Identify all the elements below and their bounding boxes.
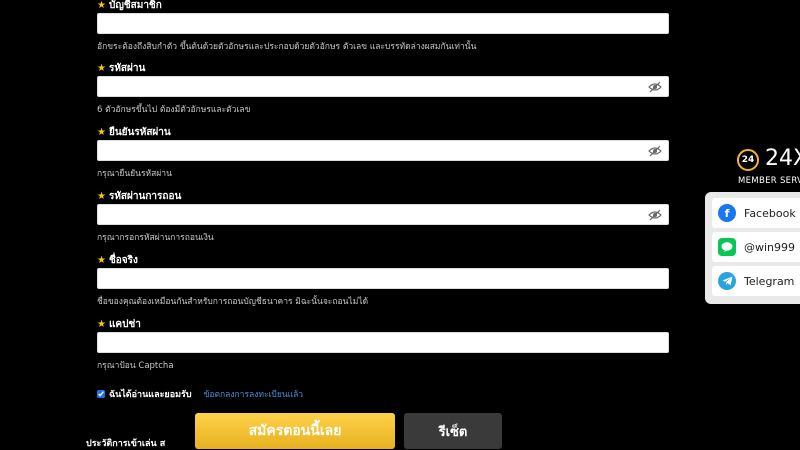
member-service-label: MEMBER SERV xyxy=(738,176,800,186)
star-icon: ★ xyxy=(97,0,106,11)
contact-label: @win999 xyxy=(744,240,796,254)
contact-label: Telegram xyxy=(744,274,795,288)
register-now-button[interactable]: สมัครตอนนี้เลย xyxy=(195,413,395,449)
support-header: 24 24X MEMBER SERV xyxy=(735,146,800,191)
star-icon: ★ xyxy=(97,191,106,202)
field-withdraw-password: ★ รหัสผ่านการถอน กรุณากรอกรหัสผ่านการถอนเ… xyxy=(97,191,669,244)
24-hour-icon: 24 xyxy=(737,149,759,171)
field-label: ★ แคปช่า xyxy=(97,319,141,330)
field-hint: อักขระต้องถึงสิบกำตัว ขึ้นต้นด้วยตัวอักษ… xyxy=(97,42,477,52)
confirm-password-input[interactable] xyxy=(97,140,669,161)
star-icon: ★ xyxy=(97,63,106,74)
field-confirm-password: ★ ยืนยันรหัสผ่าน กรุณายืนยันรหัสผ่าน xyxy=(97,127,669,180)
facebook-icon: f xyxy=(718,204,736,222)
contact-line[interactable]: @win999 xyxy=(712,232,800,262)
field-real-name: ★ ชื่อจริง ชื่อของคุณต้องเหมือนกันสำหรับก… xyxy=(97,255,669,308)
reset-button[interactable]: รีเซ็ต xyxy=(404,413,502,449)
field-hint: กรุณากรอกรหัสผ่านการถอนเงิน xyxy=(97,233,214,243)
eye-off-icon[interactable] xyxy=(648,145,662,157)
field-hint: กรุณายืนยันรหัสผ่าน xyxy=(97,169,172,179)
real-name-input[interactable] xyxy=(97,268,669,289)
field-label: ★ บัญชีสมาชิก xyxy=(97,0,162,11)
bottom-text: ประวัติการเข้าเล่น ส xyxy=(86,439,166,449)
terms-link[interactable]: ข้อตกลงการลงทะเบียนแล้ว xyxy=(204,387,304,401)
field-label: ★ ยืนยันรหัสผ่าน xyxy=(97,127,171,138)
agree-row: ฉันได้อ่านและยอมรับ ข้อตกลงการลงทะเบียนแ… xyxy=(97,387,303,401)
star-icon: ★ xyxy=(97,319,106,330)
field-label: ★ รหัสผ่าน xyxy=(97,63,146,74)
eye-off-icon[interactable] xyxy=(648,81,662,93)
eye-off-icon[interactable] xyxy=(648,209,662,221)
star-icon: ★ xyxy=(97,255,106,266)
field-hint: ชื่อของคุณต้องเหมือนกันสำหรับการถอนบัญชี… xyxy=(97,297,369,307)
field-captcha: ★ แคปช่า กรุณาป้อน Captcha xyxy=(97,319,669,372)
captcha-input[interactable] xyxy=(97,332,669,353)
contact-label: Facebook xyxy=(744,206,796,220)
telegram-icon xyxy=(718,272,736,290)
field-password: ★ รหัสผ่าน 6 ตัวอักษรขึ้นไป ต้องมีตัวอักษ… xyxy=(97,63,669,116)
field-hint: 6 ตัวอักษรขึ้นไป ต้องมีตัวอักษรและตัวเลข xyxy=(97,105,251,115)
agree-text: ฉันได้อ่านและยอมรับ xyxy=(109,390,192,400)
contact-telegram[interactable]: Telegram xyxy=(712,266,800,296)
username-input[interactable] xyxy=(97,13,669,34)
field-username: ★ บัญชีสมาชิก อักขระต้องถึงสิบกำตัว ขึ้นต… xyxy=(97,0,669,53)
star-icon: ★ xyxy=(97,127,106,138)
agree-checkbox[interactable] xyxy=(97,390,105,398)
contact-facebook[interactable]: f Facebook xyxy=(712,198,800,228)
field-hint: กรุณาป้อน Captcha xyxy=(97,361,174,371)
line-icon xyxy=(718,238,736,256)
field-label: ★ รหัสผ่านการถอน xyxy=(97,191,182,202)
support-title: 24X xyxy=(765,146,800,171)
withdraw-password-input[interactable] xyxy=(97,204,669,225)
support-contacts: f Facebook @win999 Telegram xyxy=(705,192,800,304)
field-label: ★ ชื่อจริง xyxy=(97,255,138,266)
password-input[interactable] xyxy=(97,76,669,97)
